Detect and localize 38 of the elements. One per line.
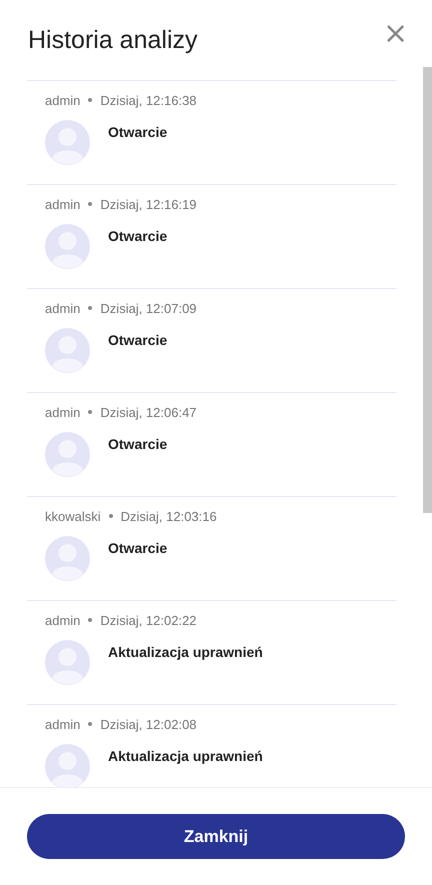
avatar-icon [45, 120, 90, 165]
action-label: Otwarcie [108, 540, 168, 556]
timestamp: Dzisiaj, 12:16:38 [100, 92, 197, 108]
user-name: admin [45, 92, 80, 108]
user-name: admin [45, 196, 80, 212]
user-name: admin [45, 404, 80, 420]
timestamp: Dzisiaj, 12:03:16 [120, 508, 217, 524]
timestamp: Dzisiaj, 12:07:09 [100, 300, 197, 316]
user-name: admin [45, 716, 80, 732]
user-name: kkowalski [45, 508, 101, 524]
action-label: Otwarcie [108, 436, 168, 452]
timestamp: Dzisiaj, 12:02:08 [100, 716, 197, 732]
avatar-icon [45, 224, 90, 269]
user-name: admin [45, 300, 80, 316]
avatar-icon [45, 432, 90, 477]
action-label: Otwarcie [108, 228, 168, 244]
separator-dot [108, 514, 113, 518]
separator-dot [88, 410, 92, 414]
timestamp: Dzisiaj, 12:16:19 [100, 196, 197, 212]
action-label: Aktualizacja uprawnień [108, 644, 263, 660]
avatar-icon [45, 328, 90, 373]
dialog-title: Historia analizy [28, 26, 198, 55]
user-name: admin [45, 612, 80, 628]
separator-dot [88, 98, 92, 102]
separator-dot [88, 618, 92, 622]
action-label: Otwarcie [108, 332, 168, 348]
close-button[interactable]: × [383, 22, 405, 46]
action-label: Otwarcie [108, 124, 168, 140]
action-label: Aktualizacja uprawnień [108, 748, 263, 764]
avatar-icon [45, 536, 90, 581]
timestamp: Dzisiaj, 12:02:22 [100, 612, 197, 628]
separator-dot [88, 306, 92, 310]
separator-dot [88, 202, 92, 206]
separator-dot [88, 722, 92, 726]
timestamp: Dzisiaj, 12:06:47 [100, 404, 197, 420]
scrollbar[interactable] [423, 67, 432, 513]
close-dialog-button[interactable]: Zamknij [27, 814, 405, 859]
avatar-icon [45, 640, 90, 685]
